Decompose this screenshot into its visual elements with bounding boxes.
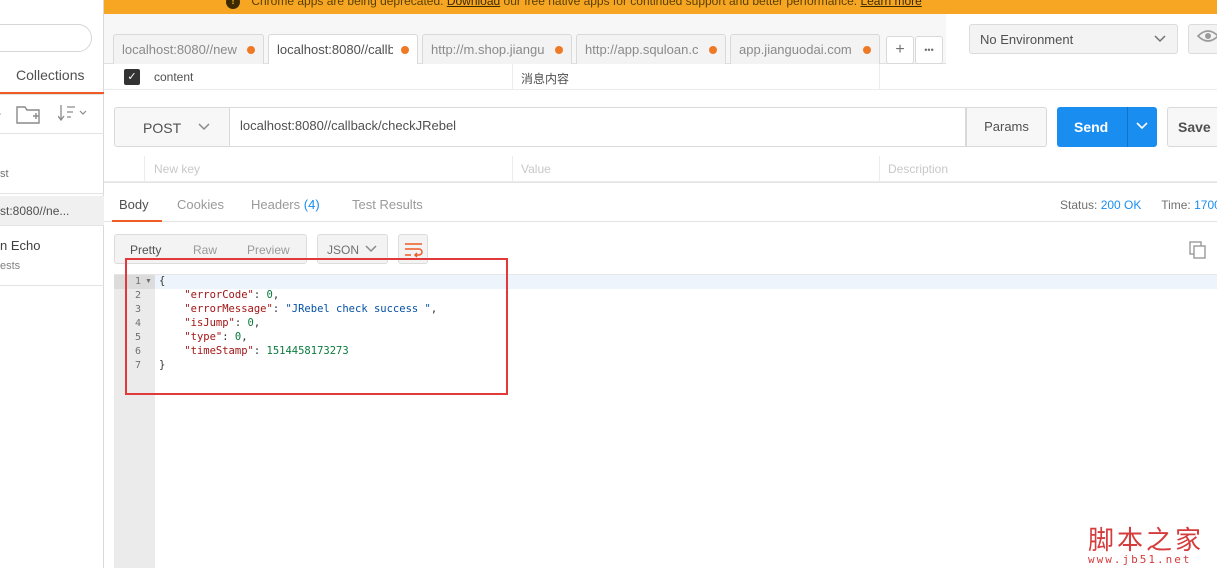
chevron-down-icon[interactable] bbox=[1135, 117, 1149, 136]
active-request-item[interactable]: st:8080//ne... bbox=[0, 196, 104, 226]
param-value[interactable]: 消息内容 bbox=[521, 70, 569, 87]
watermark-title: 脚本之家 bbox=[1088, 526, 1205, 556]
preview-button[interactable]: Preview bbox=[247, 243, 290, 257]
time-label: Time: bbox=[1161, 198, 1191, 212]
param-key[interactable]: content bbox=[154, 70, 193, 84]
banner-learn-more-link[interactable]: Learn more bbox=[860, 0, 921, 8]
more-tabs-button[interactable]: ••• bbox=[915, 36, 943, 64]
params-button[interactable]: Params bbox=[966, 107, 1047, 147]
response-status: Status: 200 OK Time: 1700 bbox=[1060, 198, 1217, 212]
request-tabs-bar: localhost:8080//new localhost:8080//call… bbox=[104, 14, 946, 65]
warning-icon: ! bbox=[226, 0, 240, 9]
sidebar-toolbar: › bbox=[0, 94, 104, 134]
new-value-input[interactable]: Value bbox=[521, 162, 551, 176]
request-tab[interactable]: localhost:8080//new bbox=[113, 34, 264, 64]
format-label: JSON bbox=[327, 243, 360, 257]
method-label: POST bbox=[143, 120, 182, 136]
unsaved-dot-icon bbox=[247, 46, 255, 54]
request-tab[interactable]: http://app.squloan.c bbox=[576, 34, 726, 64]
tab-headers-label: Headers bbox=[251, 197, 301, 212]
tab-cookies[interactable]: Cookies bbox=[177, 197, 224, 212]
watermark-url: www.jb51.net bbox=[1088, 553, 1192, 566]
param-row: ✓ content 消息内容 bbox=[104, 64, 1217, 90]
status-value: 200 OK bbox=[1100, 198, 1142, 212]
new-description-input[interactable]: Description bbox=[888, 162, 948, 176]
unsaved-dot-icon bbox=[709, 46, 717, 54]
method-select[interactable]: POST bbox=[114, 107, 230, 147]
sidebar-search-input[interactable] bbox=[0, 24, 92, 52]
request-tab-label: localhost:8080//callb bbox=[277, 42, 393, 57]
headers-count: (4) bbox=[303, 197, 320, 212]
request-bar: POST Params Send Save bbox=[104, 94, 1217, 158]
eye-icon bbox=[1196, 30, 1217, 47]
tab-headers[interactable]: Headers (4) bbox=[251, 197, 320, 212]
request-tab-active[interactable]: localhost:8080//callb bbox=[268, 34, 418, 65]
request-tab[interactable]: http://m.shop.jiangu bbox=[422, 34, 572, 64]
history-item-label: st bbox=[0, 168, 9, 180]
active-request-label: st:8080//ne... bbox=[0, 204, 70, 218]
sort-icon[interactable] bbox=[57, 103, 88, 128]
unsaved-dot-icon bbox=[555, 46, 563, 54]
request-tab-label: localhost:8080//new bbox=[122, 42, 237, 57]
chevron-down-icon bbox=[1153, 30, 1167, 49]
unsaved-dot-icon bbox=[863, 46, 871, 54]
copy-icon[interactable] bbox=[1188, 240, 1208, 265]
active-tab-underline bbox=[112, 220, 162, 222]
chevron-down-icon bbox=[197, 118, 211, 137]
request-tab-label: http://m.shop.jiangu bbox=[431, 42, 545, 57]
raw-button[interactable]: Raw bbox=[193, 243, 217, 257]
banner-rest: our free native apps for continued suppo… bbox=[503, 0, 858, 8]
status-label: Status: bbox=[1060, 198, 1098, 212]
save-label: Save bbox=[1178, 119, 1211, 135]
response-tabs: Body Cookies Headers (4) Test Results St… bbox=[104, 182, 1217, 222]
save-button[interactable]: Save bbox=[1167, 107, 1217, 147]
new-folder-icon[interactable] bbox=[16, 103, 42, 130]
banner-download-link[interactable]: Download bbox=[447, 0, 500, 8]
environment-quick-look-button[interactable] bbox=[1188, 24, 1217, 54]
param-checkbox[interactable]: ✓ bbox=[124, 69, 140, 85]
collection-name: n Echo bbox=[0, 238, 41, 253]
url-field[interactable] bbox=[230, 107, 966, 147]
new-tab-button[interactable]: + bbox=[886, 36, 914, 64]
tab-collections-label: Collections bbox=[16, 67, 85, 83]
environment-select[interactable]: No Environment bbox=[969, 24, 1178, 54]
param-row-new: New key Value Description bbox=[104, 156, 1217, 182]
history-item[interactable]: st bbox=[0, 134, 104, 194]
environment-label: No Environment bbox=[980, 32, 1074, 47]
tab-test-results[interactable]: Test Results bbox=[352, 197, 423, 212]
request-tab[interactable]: app.jianguodai.com bbox=[730, 34, 880, 64]
unsaved-dot-icon bbox=[401, 46, 409, 54]
new-key-input[interactable]: New key bbox=[154, 162, 200, 176]
pretty-button[interactable]: Pretty bbox=[130, 243, 161, 257]
time-value: 1700 bbox=[1194, 198, 1217, 212]
request-tab-label: app.jianguodai.com bbox=[739, 42, 852, 57]
collection-subtitle: ests bbox=[0, 260, 21, 272]
collection-item[interactable]: n Echo ests bbox=[0, 228, 104, 286]
deprecation-banner: ! Chrome apps are being deprecated. Down… bbox=[104, 0, 1217, 14]
request-tab-label: http://app.squloan.c bbox=[585, 42, 699, 57]
tab-body[interactable]: Body bbox=[119, 197, 149, 212]
chevron-down-icon bbox=[364, 240, 378, 259]
send-label: Send bbox=[1074, 119, 1109, 135]
send-button[interactable]: Send bbox=[1057, 107, 1157, 147]
url-input[interactable] bbox=[240, 118, 940, 133]
sidebar: Collections › st st:8080//ne... n Echo e… bbox=[0, 0, 104, 568]
annotation-highlight-box bbox=[125, 258, 508, 395]
watermark: 脚本之家 www.jb51.net bbox=[1088, 520, 1204, 566]
tab-collections[interactable]: Collections bbox=[0, 60, 104, 94]
banner-text: Chrome apps are being deprecated. bbox=[251, 0, 444, 8]
partial-icon[interactable]: › bbox=[0, 105, 1, 123]
